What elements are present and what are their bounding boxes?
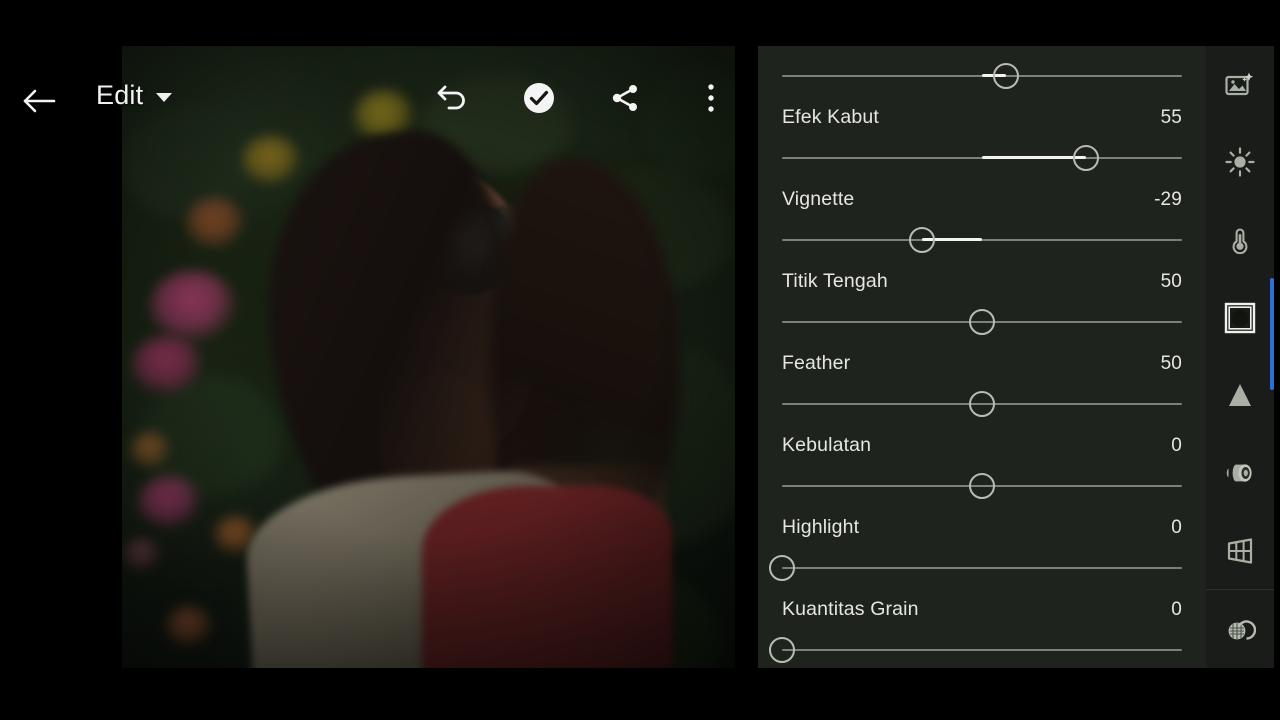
triangle-icon xyxy=(1225,380,1255,410)
slider-fill xyxy=(982,155,1086,159)
slider-knob[interactable] xyxy=(993,63,1019,89)
undo-arrow-icon xyxy=(437,85,465,110)
slider-row[interactable]: Kebulatan 0 xyxy=(758,434,1206,503)
page-title: Edit xyxy=(96,80,144,110)
healing-brush-icon xyxy=(1224,614,1256,644)
letterbox-top xyxy=(0,0,1280,46)
slider-header: Kebulatan 0 xyxy=(782,434,1182,457)
slider-value: 15 xyxy=(1161,46,1182,47)
slider-track-area[interactable] xyxy=(782,387,1182,421)
slider-label: Kebulatan xyxy=(782,434,872,456)
slider-label: Vignette xyxy=(782,188,855,210)
more-vertical-icon xyxy=(708,84,714,112)
slider-knob[interactable] xyxy=(909,227,935,253)
slider-knob[interactable] xyxy=(769,637,795,663)
share-icon xyxy=(612,85,637,111)
top-toolbar: Edit xyxy=(0,46,735,156)
slider-knob[interactable] xyxy=(969,473,995,499)
perspective-grid-icon xyxy=(1224,536,1256,566)
edit-mode-dropdown[interactable]: Edit xyxy=(96,80,173,111)
slider-track-area[interactable] xyxy=(769,551,1182,585)
slider-knob[interactable] xyxy=(969,309,995,335)
top-actions-group xyxy=(433,78,735,118)
slider-knob[interactable] xyxy=(769,555,795,581)
slider-label: Efek Kabut xyxy=(782,106,879,128)
rail-item-geometry[interactable] xyxy=(1206,512,1274,590)
caret-down-icon xyxy=(156,93,173,102)
slider-label: Feather xyxy=(782,352,851,374)
slider-row[interactable]: Kejernihan 15 xyxy=(758,46,1206,93)
app-root: Edit Efek Kabut 55 Vignette -29 Titik Te… xyxy=(0,0,1280,720)
slider-track-area[interactable] xyxy=(782,59,1182,93)
arrow-left-icon xyxy=(23,89,56,113)
rail-item-optics[interactable] xyxy=(1206,434,1274,512)
slider-label: Kejernihan xyxy=(782,46,877,47)
slider-value: 50 xyxy=(1160,271,1182,292)
undo-button[interactable] xyxy=(433,78,473,118)
slider-header: Kuantitas Grain 0 xyxy=(782,598,1182,621)
slider-header: Vignette -29 xyxy=(782,188,1182,211)
thermometer-icon xyxy=(1225,225,1255,255)
slider-row[interactable]: Feather 50 xyxy=(758,352,1206,421)
slider-track xyxy=(782,239,1182,241)
rail-item-effects[interactable] xyxy=(1206,279,1274,357)
slider-header: Highlight 0 xyxy=(782,516,1182,539)
sun-icon xyxy=(1225,147,1255,178)
slider-row[interactable]: Vignette -29 xyxy=(758,188,1206,257)
slider-track-area[interactable] xyxy=(769,633,1182,667)
effects-icon xyxy=(1224,302,1256,334)
edit-tool-rail[interactable] xyxy=(1206,46,1274,668)
slider-value: 50 xyxy=(1160,353,1182,374)
slider-row[interactable]: Kuantitas Grain 0 xyxy=(758,598,1206,667)
slider-value: 55 xyxy=(1160,107,1182,128)
rail-item-color[interactable] xyxy=(1206,201,1274,279)
slider-track-area[interactable] xyxy=(782,469,1182,503)
slider-track-area[interactable] xyxy=(782,305,1182,339)
slider-value: 0 xyxy=(1171,599,1182,620)
check-circle-icon xyxy=(524,83,554,113)
letterbox-bottom xyxy=(0,668,1280,720)
slider-row[interactable]: Highlight 0 xyxy=(758,516,1206,585)
slider-track xyxy=(782,649,1182,651)
slider-header: Efek Kabut 55 xyxy=(782,106,1182,129)
more-options-button[interactable] xyxy=(691,78,731,118)
slider-knob[interactable] xyxy=(969,391,995,417)
slider-knob[interactable] xyxy=(1073,145,1099,171)
slider-header: Titik Tengah 50 xyxy=(782,270,1182,293)
lens-icon xyxy=(1224,458,1256,488)
slider-header: Feather 50 xyxy=(782,352,1182,375)
back-button[interactable] xyxy=(14,76,66,126)
slider-label: Highlight xyxy=(782,516,860,538)
slider-value: -29 xyxy=(1154,189,1182,210)
rail-scrollbar[interactable] xyxy=(1270,278,1274,390)
auto-enhance-icon xyxy=(1225,70,1255,100)
rail-item-light[interactable] xyxy=(1206,124,1274,202)
slider-row[interactable]: Titik Tengah 50 xyxy=(758,270,1206,339)
confirm-button[interactable] xyxy=(519,78,559,118)
slider-track-area[interactable] xyxy=(782,141,1182,175)
slider-track-area[interactable] xyxy=(782,223,1182,257)
slider-header: Kejernihan 15 xyxy=(782,46,1182,47)
rail-item-auto[interactable] xyxy=(1206,46,1274,124)
slider-value: 0 xyxy=(1171,517,1182,538)
slider-label: Kuantitas Grain xyxy=(782,598,919,620)
slider-label: Titik Tengah xyxy=(782,270,888,292)
effects-panel[interactable]: Kejernihan 15 Efek Kabut 55 Vignette -29 Titik… xyxy=(758,46,1206,668)
slider-value: 0 xyxy=(1171,435,1182,456)
rail-item-detail[interactable] xyxy=(1206,357,1274,435)
share-button[interactable] xyxy=(605,78,645,118)
slider-row[interactable]: Efek Kabut 55 xyxy=(758,106,1206,175)
rail-item-healing[interactable] xyxy=(1206,590,1274,668)
slider-track xyxy=(782,567,1182,569)
